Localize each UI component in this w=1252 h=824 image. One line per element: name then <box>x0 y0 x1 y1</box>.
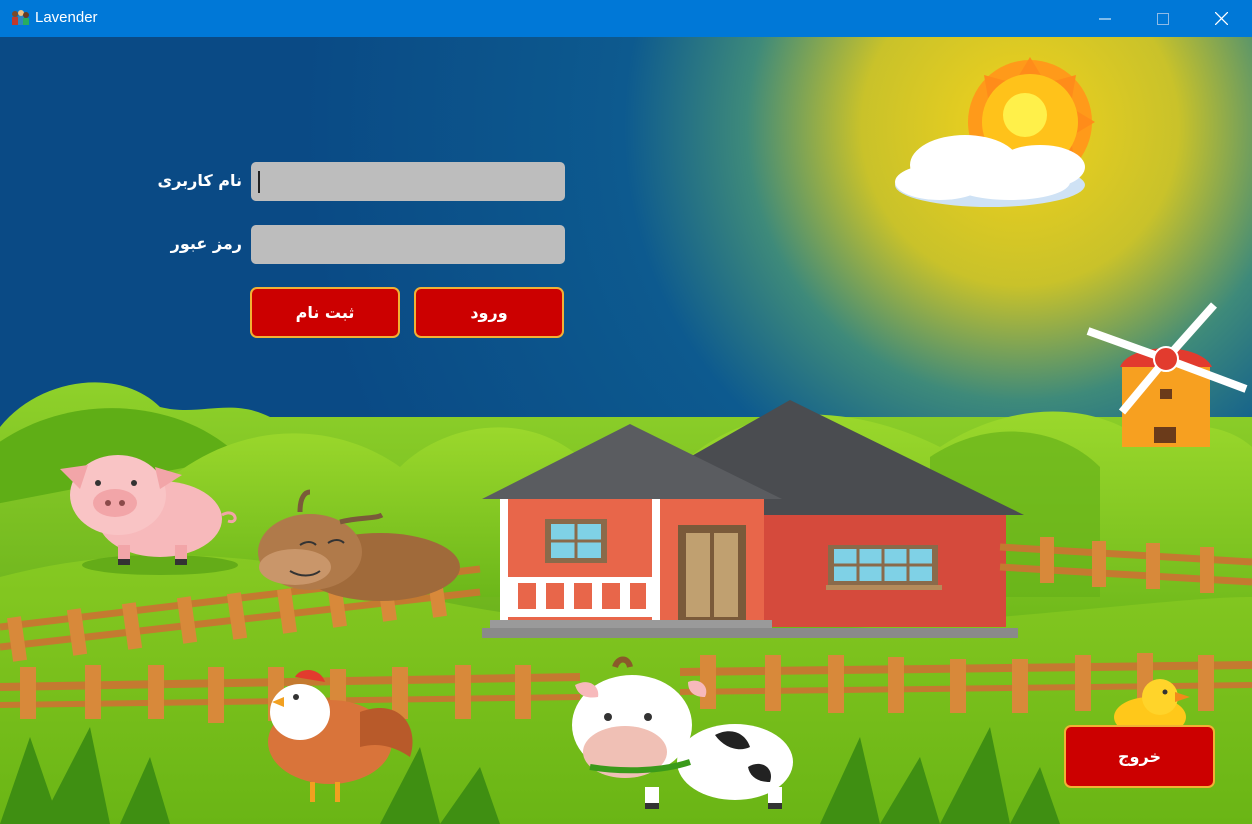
username-label: نام کاربری <box>157 171 242 190</box>
window-title: Lavender <box>35 9 98 26</box>
login-button[interactable]: ورود <box>414 287 564 338</box>
minimize-button[interactable] <box>1076 0 1134 37</box>
exit-button[interactable]: خروج <box>1064 725 1215 788</box>
password-label: رمز عبور <box>170 234 242 253</box>
username-field[interactable] <box>251 162 565 201</box>
register-button[interactable]: ثبت نام <box>250 287 400 338</box>
maximize-button[interactable] <box>1134 0 1192 37</box>
text-caret <box>258 171 260 193</box>
password-field[interactable] <box>251 225 565 264</box>
app-window: Lavender نام کاربری رمز عبور ثبت نام ورو… <box>0 0 1252 824</box>
close-icon <box>1214 12 1228 25</box>
app-icon <box>12 10 29 25</box>
title-bar[interactable]: Lavender <box>0 0 1252 37</box>
close-button[interactable] <box>1192 0 1250 37</box>
farm-background <box>0 37 1252 824</box>
maximize-icon <box>1157 12 1169 25</box>
minimize-icon <box>1099 18 1111 19</box>
